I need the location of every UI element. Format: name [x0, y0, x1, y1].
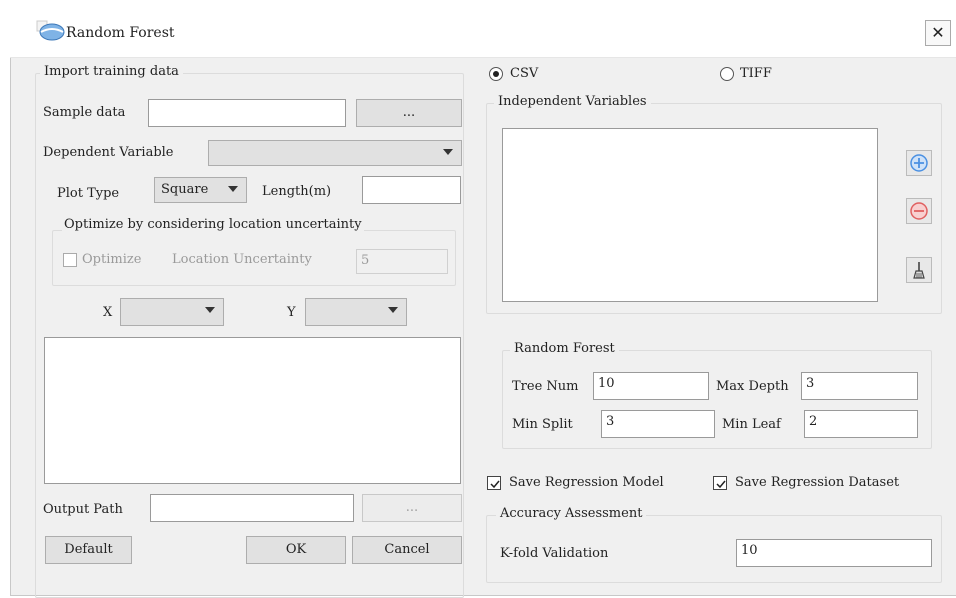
- ok-button[interactable]: OK: [246, 536, 346, 564]
- output-path-input[interactable]: [150, 494, 354, 522]
- optimize-group-title: Optimize by considering location uncerta…: [62, 217, 364, 232]
- tree-num-input[interactable]: 10: [593, 372, 709, 400]
- max-depth-input[interactable]: 3: [801, 372, 918, 400]
- kfold-input[interactable]: 10: [736, 539, 932, 567]
- clear-variables-button[interactable]: [906, 257, 932, 283]
- min-leaf-label: Min Leaf: [722, 417, 781, 432]
- kfold-label: K-fold Validation: [500, 546, 609, 561]
- chevron-down-icon: [205, 307, 215, 313]
- dependent-variable-select[interactable]: [208, 140, 462, 166]
- add-variable-button[interactable]: [906, 150, 932, 176]
- independent-variables-title: Independent Variables: [494, 94, 651, 109]
- csv-radio[interactable]: [489, 67, 503, 81]
- min-split-input[interactable]: 3: [601, 410, 715, 438]
- length-label: Length(m): [262, 184, 332, 199]
- chevron-down-icon: [228, 186, 238, 192]
- min-split-label: Min Split: [512, 417, 573, 432]
- sample-data-input[interactable]: [148, 99, 346, 127]
- optimize-checkbox[interactable]: [63, 253, 77, 267]
- max-depth-label: Max Depth: [716, 379, 789, 394]
- accuracy-title: Accuracy Assessment: [496, 506, 647, 521]
- plot-type-select[interactable]: Square: [154, 177, 247, 203]
- remove-variable-button[interactable]: [906, 198, 932, 224]
- minus-circle-icon: [910, 202, 928, 220]
- save-model-label: Save Regression Model: [509, 475, 664, 490]
- min-leaf-input[interactable]: 2: [804, 410, 918, 438]
- save-model-checkbox[interactable]: [487, 476, 501, 490]
- independent-variables-list[interactable]: [502, 128, 878, 302]
- sample-data-browse-button[interactable]: ...: [356, 99, 462, 127]
- x-label: X: [103, 305, 113, 320]
- plus-circle-icon: [910, 154, 928, 172]
- broom-icon: [913, 262, 925, 279]
- tiff-radio[interactable]: [720, 67, 734, 81]
- plot-type-label: Plot Type: [57, 186, 120, 201]
- save-dataset-checkbox[interactable]: [713, 476, 727, 490]
- default-button[interactable]: Default: [45, 536, 132, 564]
- save-dataset-label: Save Regression Dataset: [735, 475, 900, 490]
- y-select[interactable]: [305, 298, 407, 326]
- app-logo-icon: [36, 18, 66, 44]
- output-path-browse-button[interactable]: ...: [362, 494, 462, 522]
- length-input[interactable]: [362, 176, 461, 204]
- output-path-label: Output Path: [43, 502, 123, 517]
- chevron-down-icon: [388, 307, 398, 313]
- location-uncertainty-label: Location Uncertainty: [172, 252, 312, 267]
- csv-label: CSV: [510, 66, 539, 81]
- random-forest-title: Random Forest: [510, 341, 619, 356]
- coordinates-list[interactable]: [44, 337, 461, 484]
- x-select[interactable]: [120, 298, 224, 326]
- checkmark-icon: [490, 480, 500, 489]
- close-icon: ✕: [931, 23, 945, 42]
- location-uncertainty-input[interactable]: 5: [356, 249, 448, 274]
- tree-num-label: Tree Num: [512, 379, 579, 394]
- cancel-button[interactable]: Cancel: [352, 536, 462, 564]
- optimize-label: Optimize: [82, 252, 142, 267]
- chevron-down-icon: [443, 149, 453, 155]
- dependent-variable-label: Dependent Variable: [43, 145, 174, 160]
- close-button[interactable]: ✕: [925, 20, 951, 46]
- checkmark-icon: [716, 480, 726, 489]
- import-training-title: Import training data: [40, 64, 183, 79]
- sample-data-label: Sample data: [43, 105, 126, 120]
- window-title: Random Forest: [66, 25, 175, 41]
- y-label: Y: [287, 305, 296, 320]
- tiff-label: TIFF: [740, 66, 772, 81]
